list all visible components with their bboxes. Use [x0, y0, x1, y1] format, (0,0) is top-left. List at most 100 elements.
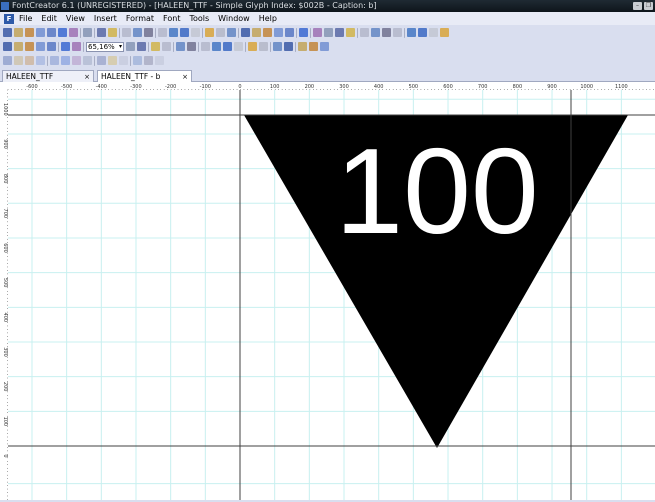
toolbar-button-icon[interactable] [259, 42, 268, 51]
toolbar-button-icon[interactable] [158, 28, 167, 37]
window-title: FontCreator 6.1 (UNREGISTERED) - [HALEEN… [12, 1, 377, 10]
toolbar-button-icon[interactable] [248, 42, 257, 51]
menu-bar: F File Edit View Insert Format Font Tool… [0, 12, 655, 25]
restore-button[interactable]: ❐ [644, 2, 653, 10]
toolbar-button-icon[interactable] [58, 28, 67, 37]
toolbar-button-icon[interactable] [36, 56, 45, 65]
toolbar-button-icon[interactable] [346, 28, 355, 37]
toolbar-button-icon[interactable] [382, 28, 391, 37]
toolbar-button-icon[interactable] [162, 42, 171, 51]
toolbar-button-icon[interactable] [119, 56, 128, 65]
toolbar-button-icon[interactable] [122, 28, 131, 37]
toolbar-button-icon[interactable] [241, 28, 250, 37]
toolbar-button-icon[interactable] [285, 28, 294, 37]
toolbar-button-icon[interactable] [61, 56, 70, 65]
toolbar-button-icon[interactable] [440, 28, 449, 37]
toolbar-button-icon[interactable] [151, 42, 160, 51]
toolbar-button-icon[interactable] [155, 56, 164, 65]
menu-format[interactable]: Format [126, 14, 154, 23]
tab-glyph-b[interactable]: HALEEN_TTF - b × [97, 70, 192, 82]
toolbar-button-icon[interactable] [429, 28, 438, 37]
toolbar-button-icon[interactable] [36, 42, 45, 51]
minimize-button[interactable]: – [633, 2, 642, 10]
toolbar-button-icon[interactable] [335, 28, 344, 37]
menu-window[interactable]: Window [218, 14, 250, 23]
toolbar-button-icon[interactable] [108, 56, 117, 65]
toolbar-button-icon[interactable] [191, 28, 200, 37]
toolbar-button-icon[interactable] [313, 28, 322, 37]
toolbar-button-icon[interactable] [50, 56, 59, 65]
toolbar-button-icon[interactable] [187, 42, 196, 51]
toolbar-button-icon[interactable] [69, 28, 78, 37]
menu-insert[interactable]: Insert [94, 14, 117, 23]
toolbar-button-icon[interactable] [97, 56, 106, 65]
toolbar-button-icon[interactable] [25, 42, 34, 51]
toolbar-button-icon[interactable] [299, 28, 308, 37]
menu-view[interactable]: View [66, 14, 85, 23]
toolbar-button-icon[interactable] [14, 42, 23, 51]
app-icon [1, 2, 9, 10]
toolbar-button-icon[interactable] [176, 42, 185, 51]
toolbar-button-icon[interactable] [320, 42, 329, 51]
tab-haleen-ttf[interactable]: HALEEN_TTF × [2, 70, 94, 82]
toolbar-button-icon[interactable] [169, 28, 178, 37]
toolbar-button-icon[interactable] [284, 42, 293, 51]
toolbar-button-icon[interactable] [263, 28, 272, 37]
glyph-edit-canvas[interactable]: -600 -500 -400 -300 -200 -100 0 100 200 300 400 500… [0, 64, 655, 500]
app-logo-icon[interactable]: F [4, 13, 14, 24]
toolbar-button-icon[interactable] [234, 42, 243, 51]
toolbar-button-icon[interactable] [133, 28, 142, 37]
document-tabs: HALEEN_TTF × HALEEN_TTF - b × [0, 68, 655, 82]
toolbar-button-icon[interactable] [324, 28, 333, 37]
toolbar-separator [130, 55, 131, 66]
toolbar-button-icon[interactable] [3, 42, 12, 51]
toolbar-button-icon[interactable] [126, 42, 135, 51]
toolbar-separator [155, 27, 156, 38]
toolbar-button-icon[interactable] [14, 28, 23, 37]
toolbar-button-icon[interactable] [393, 28, 402, 37]
toolbar-button-icon[interactable] [201, 42, 210, 51]
toolbar-button-icon[interactable] [274, 28, 283, 37]
toolbar-button-icon[interactable] [227, 28, 236, 37]
zoom-select[interactable]: 65,16% [86, 41, 124, 52]
toolbar-button-icon[interactable] [61, 42, 70, 51]
toolbar-button-icon[interactable] [72, 56, 81, 65]
toolbar-button-icon[interactable] [3, 56, 12, 65]
toolbar-button-icon[interactable] [3, 28, 12, 37]
toolbar-button-icon[interactable] [36, 28, 45, 37]
toolbar-button-icon[interactable] [418, 28, 427, 37]
toolbar-button-icon[interactable] [360, 28, 369, 37]
toolbar-button-icon[interactable] [133, 56, 142, 65]
toolbar-button-icon[interactable] [47, 28, 56, 37]
toolbar-button-icon[interactable] [72, 42, 81, 51]
menu-font[interactable]: Font [163, 14, 180, 23]
toolbar-button-icon[interactable] [108, 28, 117, 37]
toolbar-button-icon[interactable] [144, 28, 153, 37]
toolbar-button-icon[interactable] [407, 28, 416, 37]
toolbar-button-icon[interactable] [83, 56, 92, 65]
toolbar-button-icon[interactable] [205, 28, 214, 37]
toolbar-button-icon[interactable] [252, 28, 261, 37]
toolbar-button-icon[interactable] [25, 28, 34, 37]
toolbar-button-icon[interactable] [180, 28, 189, 37]
menu-tools[interactable]: Tools [189, 14, 209, 23]
toolbar-button-icon[interactable] [371, 28, 380, 37]
toolbar-button-icon[interactable] [25, 56, 34, 65]
toolbar-button-icon[interactable] [137, 42, 146, 51]
toolbar-button-icon[interactable] [216, 28, 225, 37]
toolbar-button-icon[interactable] [97, 28, 106, 37]
menu-file[interactable]: File [19, 14, 32, 23]
toolbar-button-icon[interactable] [144, 56, 153, 65]
toolbar-button-icon[interactable] [14, 56, 23, 65]
toolbar-button-icon[interactable] [298, 42, 307, 51]
toolbar-button-icon[interactable] [83, 28, 92, 37]
toolbar-button-icon[interactable] [223, 42, 232, 51]
toolbar-button-icon[interactable] [212, 42, 221, 51]
menu-help[interactable]: Help [259, 14, 277, 23]
toolbar-button-icon[interactable] [47, 42, 56, 51]
toolbar-button-icon[interactable] [273, 42, 282, 51]
menu-edit[interactable]: Edit [41, 14, 57, 23]
toolbar-separator [80, 27, 81, 38]
toolbar-button-icon[interactable] [309, 42, 318, 51]
ruler-label: 600 [443, 84, 453, 90]
